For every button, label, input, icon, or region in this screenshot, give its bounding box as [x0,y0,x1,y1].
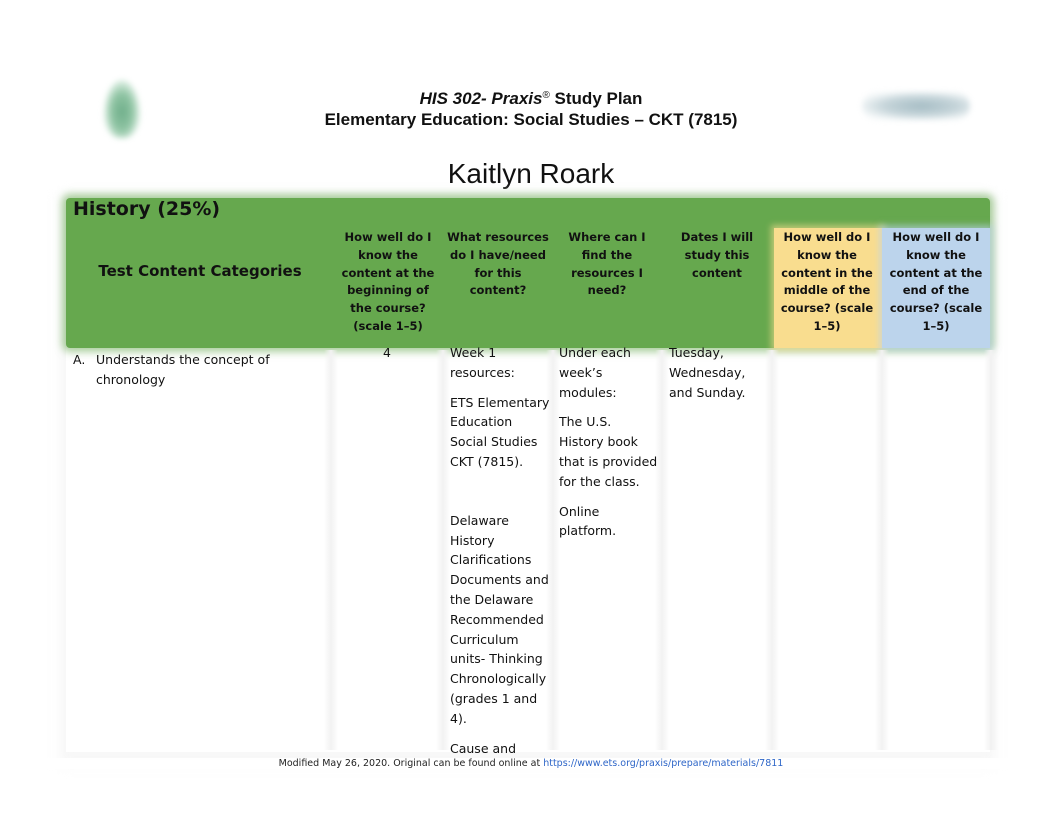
document-subtitle: Elementary Education: Social Studies – C… [324,110,738,129]
location-item: Under each week’s modules: [559,345,631,400]
column-header-end-score: How well do I know the content at the en… [889,230,983,333]
column-header-dates: Dates I will study this content [680,230,754,280]
student-name: Kaitlyn Roark [447,158,615,189]
registered-mark: ® [542,90,550,101]
section-title: History (25%) [73,198,221,220]
column-header-locations: Where can I find the resources I need? [568,230,646,298]
document-title: HIS 302- Praxis® Study Plan Elementary E… [0,85,1062,130]
column-divider [436,350,450,750]
column-header-resources: What resources do I have/need for this c… [447,230,549,298]
resource-item: ETS Elementary Education Social Studies … [450,394,550,469]
exam-name: Praxis [491,89,543,108]
resource-item: Cause and [450,740,517,756]
location-item: The U.S. History book that is provided f… [559,414,658,489]
category-text: Understands the concept of chronology [96,352,270,387]
locations-cell[interactable]: Under each week’s modules: The U.S. Hist… [559,343,659,551]
footer-text: Modified May 26, 2020. Original can be f… [278,758,544,769]
column-header-middle-score: How well do I know the content in the mi… [780,230,874,333]
column-divider [984,350,998,750]
resource-item: Week 1 resources: [450,345,515,380]
location-item: Online platform. [559,503,617,539]
footer: Modified May 26, 2020. Original can be f… [0,758,1062,769]
resource-spacer [450,482,550,501]
title-line-1: HIS 302- Praxis® Study Plan [0,85,1062,109]
resource-item: Delaware History Clarifications Document… [450,512,549,726]
resources-cell[interactable]: Week 1 resources: ETS Elementary Educati… [450,343,550,757]
dates-cell[interactable]: Tuesday, Wednesday, and Sunday. [669,343,769,402]
course-code: HIS 302- [419,89,492,108]
column-divider [324,350,338,750]
column-header-categories: Test Content Categories [98,262,302,280]
column-divider [875,350,889,750]
column-header-beginning-score: How well do I know the content at the be… [341,230,435,333]
category-letter: A. [73,352,86,367]
footer-link[interactable]: https://www.ets.org/praxis/prepare/mater… [543,758,783,769]
column-divider [765,350,779,750]
beginning-score-cell[interactable]: 4 [340,343,434,363]
title-suffix: Study Plan [549,89,643,108]
